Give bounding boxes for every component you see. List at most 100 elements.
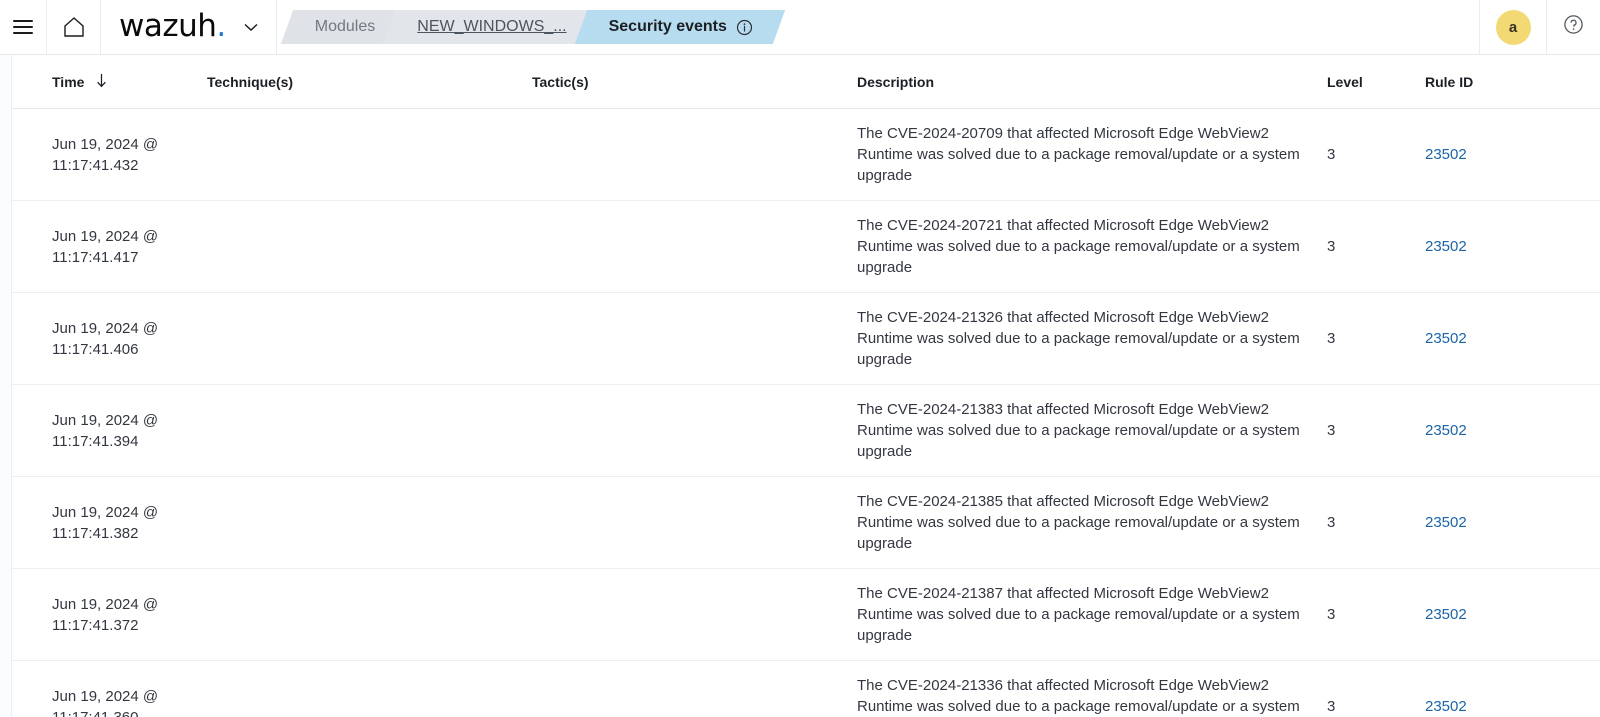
cell-level: 3 [1327, 292, 1425, 385]
user-menu[interactable]: a [1479, 0, 1547, 54]
home-button[interactable] [47, 0, 101, 54]
cell-description: The CVE-2024-21383 that affected Microso… [857, 384, 1327, 477]
cell-rule-id: 23502 [1425, 200, 1600, 293]
column-header-rule-id[interactable]: Rule ID [1425, 55, 1600, 109]
breadcrumb-item-modules[interactable]: Modules [292, 10, 396, 44]
cell-technique [207, 200, 532, 293]
column-header-level-label: Level [1327, 74, 1363, 90]
rule-id-link[interactable]: 23502 [1425, 146, 1467, 163]
cell-tactic [532, 384, 857, 477]
top-navigation-bar: wazuh. Modules NEW_WINDOWS_... Security … [0, 0, 1600, 55]
cell-technique [207, 660, 532, 717]
breadcrumb-modules-label: Modules [314, 18, 376, 35]
breadcrumb-security-events-label: Security events [608, 18, 727, 35]
security-events-table-container: Time Technique(s) Tactic(s) Description … [0, 55, 1600, 717]
column-header-technique-label: Technique(s) [207, 74, 294, 90]
table-header-row: Time Technique(s) Tactic(s) Description … [0, 55, 1600, 109]
hamburger-menu-icon [13, 20, 33, 34]
cell-description: The CVE-2024-20721 that affected Microso… [857, 200, 1327, 293]
help-circle-icon [1563, 14, 1584, 40]
table-row[interactable]: Jun 19, 2024 @ 11:17:41.372 The CVE-2024-… [0, 568, 1600, 661]
breadcrumb-item-agent[interactable]: NEW_WINDOWS_... [395, 10, 587, 44]
cell-description: The CVE-2024-21326 that affected Microso… [857, 292, 1327, 385]
cell-tactic [532, 108, 857, 201]
column-header-level[interactable]: Level [1327, 55, 1425, 109]
security-events-table: Time Technique(s) Tactic(s) Description … [0, 55, 1600, 717]
avatar-initial: a [1508, 18, 1518, 36]
column-header-time[interactable]: Time [52, 55, 207, 109]
table-row[interactable]: Jun 19, 2024 @ 11:17:41.417 The CVE-2024-… [0, 200, 1600, 293]
cell-rule-id: 23502 [1425, 108, 1600, 201]
table-body: Jun 19, 2024 @ 11:17:41.432 The CVE-2024-… [0, 108, 1600, 717]
table-row[interactable]: Jun 19, 2024 @ 11:17:41.406 The CVE-2024-… [0, 292, 1600, 385]
cell-tactic [532, 660, 857, 717]
breadcrumb-item-security-events[interactable]: Security events [586, 10, 773, 44]
cell-tactic [532, 476, 857, 569]
cell-level: 3 [1327, 568, 1425, 661]
table-row[interactable]: Jun 19, 2024 @ 11:17:41.360 The CVE-2024-… [0, 660, 1600, 717]
column-header-technique[interactable]: Technique(s) [207, 55, 532, 109]
column-header-description-label: Description [857, 74, 935, 90]
cell-level: 3 [1327, 660, 1425, 717]
rule-id-link[interactable]: 23502 [1425, 514, 1467, 531]
table-row[interactable]: Jun 19, 2024 @ 11:17:41.394 The CVE-2024-… [0, 384, 1600, 477]
column-header-description[interactable]: Description [857, 55, 1327, 109]
cell-tactic [532, 200, 857, 293]
brand-name: wazuh [119, 7, 217, 44]
cell-level: 3 [1327, 108, 1425, 201]
cell-description: The CVE-2024-20709 that affected Microso… [857, 108, 1327, 201]
brand-dot: . [216, 7, 226, 44]
table-header: Time Technique(s) Tactic(s) Description … [0, 55, 1600, 109]
cell-tactic [532, 292, 857, 385]
cell-technique [207, 476, 532, 569]
breadcrumb: Modules NEW_WINDOWS_... Security events [277, 0, 1479, 54]
cell-description: The CVE-2024-21336 that affected Microso… [857, 660, 1327, 717]
breadcrumb-agent-label: NEW_WINDOWS_... [417, 18, 567, 35]
table-left-gutter-line [11, 55, 12, 717]
rule-id-link[interactable]: 23502 [1425, 422, 1467, 439]
chevron-down-icon[interactable] [240, 16, 262, 38]
cell-time: Jun 19, 2024 @ 11:17:41.417 [52, 200, 207, 293]
rule-id-link[interactable]: 23502 [1425, 238, 1467, 255]
cell-time: Jun 19, 2024 @ 11:17:41.394 [52, 384, 207, 477]
cell-time: Jun 19, 2024 @ 11:17:41.372 [52, 568, 207, 661]
cell-rule-id: 23502 [1425, 292, 1600, 385]
table-row[interactable]: Jun 19, 2024 @ 11:17:41.382 The CVE-2024-… [0, 476, 1600, 569]
avatar[interactable]: a [1495, 9, 1531, 45]
cell-description: The CVE-2024-21387 that affected Microso… [857, 568, 1327, 661]
brand-area: wazuh. [101, 0, 277, 54]
table-left-gutter [0, 55, 11, 717]
help-button[interactable] [1547, 0, 1600, 54]
cell-level: 3 [1327, 384, 1425, 477]
rule-id-link[interactable]: 23502 [1425, 330, 1467, 347]
column-header-time-label: Time [52, 74, 85, 90]
cell-rule-id: 23502 [1425, 660, 1600, 717]
cell-rule-id: 23502 [1425, 384, 1600, 477]
cell-description: The CVE-2024-21385 that affected Microso… [857, 476, 1327, 569]
cell-technique [207, 568, 532, 661]
info-circle-icon[interactable] [736, 19, 753, 36]
cell-time: Jun 19, 2024 @ 11:17:41.360 [52, 660, 207, 717]
cell-rule-id: 23502 [1425, 476, 1600, 569]
cell-time: Jun 19, 2024 @ 11:17:41.406 [52, 292, 207, 385]
table-row[interactable]: Jun 19, 2024 @ 11:17:41.432 The CVE-2024-… [0, 108, 1600, 201]
column-header-tactic[interactable]: Tactic(s) [532, 55, 857, 109]
menu-toggle-button[interactable] [0, 0, 47, 54]
cell-technique [207, 384, 532, 477]
cell-level: 3 [1327, 200, 1425, 293]
home-icon [62, 16, 86, 38]
cell-level: 3 [1327, 476, 1425, 569]
column-header-tactic-label: Tactic(s) [532, 74, 589, 90]
arrow-down-icon [95, 73, 108, 91]
top-nav-right-controls: a [1479, 0, 1600, 54]
cell-technique [207, 108, 532, 201]
cell-rule-id: 23502 [1425, 568, 1600, 661]
cell-time: Jun 19, 2024 @ 11:17:41.432 [52, 108, 207, 201]
cell-time: Jun 19, 2024 @ 11:17:41.382 [52, 476, 207, 569]
cell-technique [207, 292, 532, 385]
rule-id-link[interactable]: 23502 [1425, 606, 1467, 623]
cell-tactic [532, 568, 857, 661]
wazuh-logo: wazuh. [119, 7, 226, 44]
rule-id-link[interactable]: 23502 [1425, 698, 1467, 715]
column-header-rule-id-label: Rule ID [1425, 74, 1474, 90]
